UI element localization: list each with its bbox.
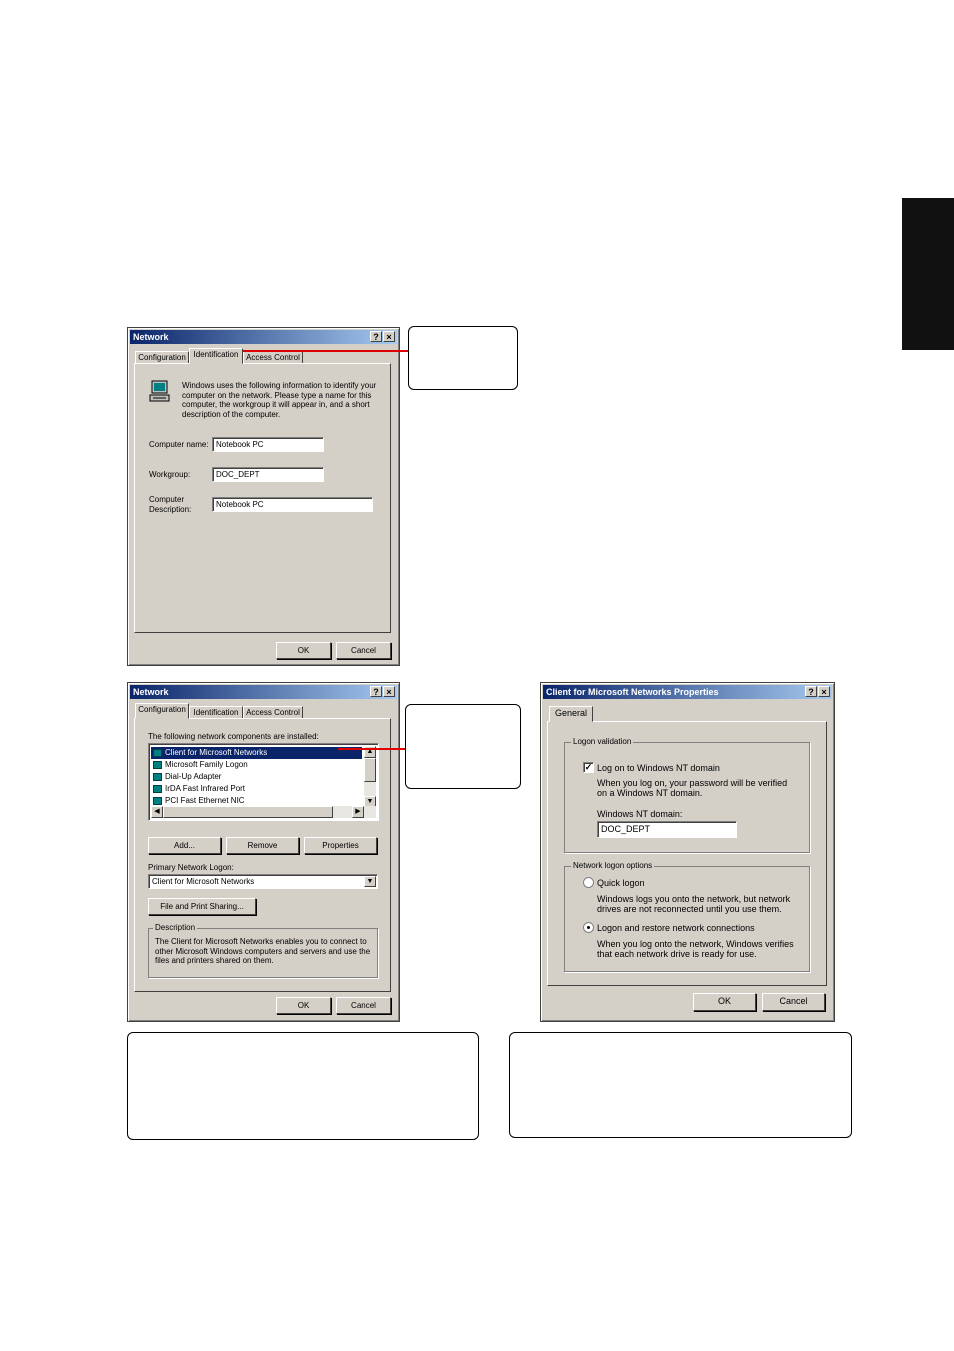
tab-configuration[interactable]: Configuration (135, 703, 189, 719)
callout-box-2 (405, 704, 521, 789)
close-button[interactable]: × (383, 686, 395, 697)
workgroup-label: Workgroup: (149, 470, 191, 479)
client-icon (153, 749, 162, 757)
title-bar: Network ? × (130, 685, 397, 699)
adapter-icon (153, 773, 162, 781)
dialog-title: Network (133, 332, 169, 342)
restore-logon-label: Logon and restore network connections (597, 923, 755, 933)
computer-name-field[interactable]: Notebook PC (212, 437, 324, 452)
primary-logon-label: Primary Network Logon: (148, 863, 234, 872)
vertical-scrollbar[interactable]: ▲ ▼ (364, 746, 376, 808)
ok-button[interactable]: OK (276, 642, 331, 659)
radio-selected-dot (587, 926, 590, 929)
quick-logon-description: Windows logs you onto the network, but n… (597, 894, 791, 914)
intro-text: Windows uses the following information t… (182, 381, 377, 419)
close-button[interactable]: × (818, 686, 830, 697)
list-item-label: Dial-Up Adapter (165, 772, 222, 781)
dialog-title: Network (133, 687, 169, 697)
list-item-label: Microsoft Family Logon (165, 760, 248, 769)
tab-identification[interactable]: Identification (189, 348, 243, 364)
callout-line-1 (237, 350, 408, 352)
tab-panel: The following network components are ins… (134, 718, 391, 992)
description-label-line1: Computer (149, 495, 185, 504)
list-item-label: IrDA Fast Infrared Port (165, 784, 246, 793)
cancel-button[interactable]: Cancel (762, 993, 825, 1011)
add-button[interactable]: Add... (148, 837, 221, 854)
properties-button[interactable]: Properties (304, 837, 377, 854)
list-item-label: Client for Microsoft Networks (165, 748, 268, 757)
help-button[interactable]: ? (805, 686, 817, 697)
title-bar: Network ? × (130, 330, 397, 344)
cancel-button[interactable]: Cancel (336, 997, 391, 1014)
callout-line-2 (338, 748, 406, 750)
dropdown-arrow-icon[interactable]: ▼ (364, 876, 376, 887)
primary-logon-select[interactable]: Client for Microsoft Networks (148, 874, 378, 889)
help-button[interactable]: ? (370, 686, 382, 697)
list-item[interactable]: IrDA Fast Infrared Port (151, 783, 245, 795)
description-title: Description (153, 923, 198, 933)
adapter-icon (153, 797, 162, 805)
quick-logon-label: Quick logon (597, 878, 645, 888)
network-dialog-configuration: Network ? × Configuration Identification… (127, 682, 400, 1022)
computer-name-label: Computer name: (149, 440, 209, 449)
tab-panel: Windows uses the following information t… (134, 363, 391, 633)
description-field[interactable]: Notebook PC (212, 497, 373, 512)
client-properties-dialog: Client for Microsoft Networks Properties… (540, 682, 835, 1022)
callout-box-4 (509, 1032, 852, 1138)
restore-logon-radio[interactable] (583, 922, 594, 933)
logon-nt-checkbox[interactable]: ✓ (583, 762, 594, 773)
dialog-title: Client for Microsoft Networks Properties (546, 687, 719, 697)
close-button[interactable]: × (383, 331, 395, 342)
side-thumb-tab (902, 198, 954, 350)
quick-logon-radio[interactable] (583, 877, 594, 888)
cancel-button[interactable]: Cancel (336, 642, 391, 659)
description-label: Computer Description: (149, 495, 191, 515)
network-dialog-identification: Network ? × Configuration Identification… (127, 327, 400, 666)
ok-button[interactable]: OK (276, 997, 331, 1014)
adapter-icon (153, 785, 162, 793)
restore-logon-description: When you log onto the network, Windows v… (597, 939, 794, 959)
remove-button[interactable]: Remove (226, 837, 299, 854)
title-bar: Client for Microsoft Networks Properties… (543, 685, 832, 699)
help-button[interactable]: ? (370, 331, 382, 342)
description-text: The Client for Microsoft Networks enable… (155, 937, 371, 965)
callout-box-3 (127, 1032, 479, 1140)
list-item[interactable]: Client for Microsoft Networks (151, 747, 362, 759)
list-item-label: PCI Fast Ethernet NIC (165, 796, 245, 805)
scroll-h-thumb[interactable] (163, 806, 333, 818)
list-item[interactable]: Dial-Up Adapter (151, 771, 221, 783)
logon-options-group: Network logon options Quick logon Window… (564, 861, 810, 972)
components-label: The following network components are ins… (148, 732, 319, 741)
description-label-line2: Description: (149, 505, 192, 514)
components-list[interactable]: Client for Microsoft Networks Microsoft … (148, 743, 379, 821)
tab-panel: Logon validation ✓ Log on to Windows NT … (547, 721, 827, 986)
file-print-sharing-button[interactable]: File and Print Sharing... (148, 898, 256, 915)
computer-icon (149, 380, 170, 402)
logon-nt-description: When you log on, your password will be v… (597, 778, 788, 798)
logon-nt-label: Log on to Windows NT domain (597, 763, 720, 773)
tab-general[interactable]: General (549, 706, 593, 722)
scroll-right-arrow-icon[interactable]: ▶ (352, 806, 364, 818)
workgroup-field[interactable]: DOC_DEPT (212, 467, 324, 482)
scroll-thumb[interactable] (364, 758, 376, 782)
client-icon (153, 761, 162, 769)
horizontal-scrollbar[interactable]: ◀ ▶ (151, 806, 376, 818)
logon-validation-title: Logon validation (571, 737, 634, 747)
logon-options-title: Network logon options (571, 861, 655, 871)
nt-domain-label: Windows NT domain: (597, 809, 683, 819)
scroll-left-arrow-icon[interactable]: ◀ (151, 806, 163, 818)
description-group: Description The Client for Microsoft Net… (148, 923, 378, 978)
callout-box-1 (408, 326, 518, 390)
list-item[interactable]: Microsoft Family Logon (151, 759, 248, 771)
ok-button[interactable]: OK (693, 993, 756, 1011)
logon-validation-group: Logon validation ✓ Log on to Windows NT … (564, 737, 810, 853)
nt-domain-field[interactable]: DOC_DEPT (597, 821, 737, 838)
